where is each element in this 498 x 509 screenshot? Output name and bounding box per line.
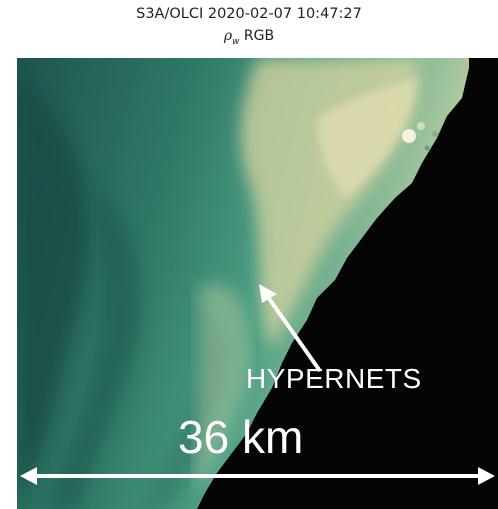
- bright-spot-2: [417, 122, 425, 130]
- scale-bar-label: 36 km: [178, 411, 304, 463]
- rho-symbol: ρ: [223, 28, 233, 44]
- bright-spot-4: [424, 145, 430, 151]
- figure-subtitle: ρw RGB: [0, 28, 498, 47]
- bright-spot-3: [432, 131, 438, 137]
- hypernets-label: HYPERNETS: [246, 363, 422, 394]
- subtitle-suffix: RGB: [239, 28, 275, 44]
- bright-spot: [402, 129, 416, 143]
- figure-title: S3A/OLCI 2020-02-07 10:47:27: [136, 6, 362, 22]
